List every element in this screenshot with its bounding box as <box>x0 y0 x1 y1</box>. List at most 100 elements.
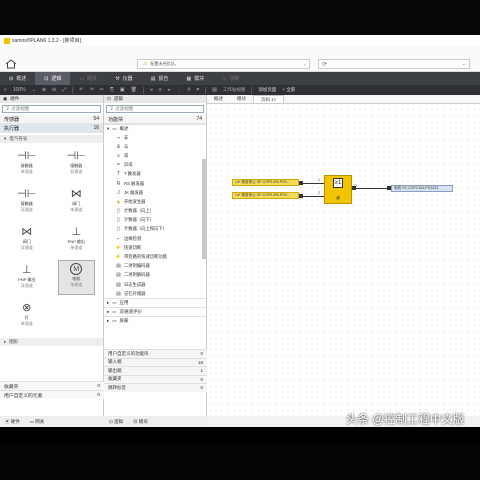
group-dual-channel[interactable]: ▸ ▭ 双通道评价 <box>104 307 206 316</box>
tab-module[interactable]: 模块 <box>230 95 253 103</box>
fb-xor[interactable]: = 异或 <box>104 161 206 170</box>
tab-hardware[interactable]: ▣ 硬件 <box>5 419 20 425</box>
cut-icon[interactable]: ✂ <box>100 87 104 93</box>
menu-instrument[interactable]: ⚒ 仪器 <box>106 72 142 85</box>
zoom-level[interactable]: 100% <box>13 87 26 93</box>
fb-rs-flipflop[interactable]: R RS 触发器 <box>104 179 206 188</box>
category-user-defined-elements[interactable]: 用户自定义的元素 0 <box>0 390 104 399</box>
jk-flipflop-icon: J <box>117 189 120 196</box>
output-motor[interactable]: 电机 SF-COP2-EN-PSS221 <box>391 185 453 192</box>
fb-t-flipflop[interactable]: TT 触发器 <box>104 170 206 179</box>
add-all-button[interactable]: + 全部 <box>282 87 295 93</box>
delete-icon[interactable]: 🗑 <box>131 87 137 93</box>
input-emergency-stop-1[interactable]: I.a* 紧急停止 SF-COP2-EN-PSS... <box>232 179 299 186</box>
symbol-valve-single[interactable]: ⋈ 阀门 单通道 <box>52 184 102 219</box>
fb-fast-shutoff[interactable]: ⚡ 快速切断 <box>104 243 206 252</box>
fb-counter-down[interactable]: ▯ 计数器（向下） <box>104 216 206 225</box>
symbol-valve-dual[interactable]: ⋈ 阀门 双通道 <box>2 222 52 257</box>
fb-start-generator[interactable]: ▲ 开始发生器 <box>104 197 206 206</box>
fb-or[interactable]: ≥ 或 <box>104 151 206 160</box>
main-menu: ⊞ 概述 ⊡ 逻辑 ▭ 网关 ⚒ 仪器 ▤ 报告 ▦ 模块 ∿ 诊断 <box>0 72 480 85</box>
fb-not[interactable]: ¬ 非 <box>104 133 206 142</box>
redo-icon[interactable]: ↷ <box>89 87 93 93</box>
diagnostics-icon: ∿ <box>222 75 227 82</box>
menu-diagnostics[interactable]: ∿ 诊断 <box>213 72 248 85</box>
workstation-view-icon[interactable]: ▤ <box>212 87 217 93</box>
grid-icon[interactable]: # <box>188 87 191 93</box>
menu-report[interactable]: ▤ 报告 <box>142 72 178 85</box>
paste-icon[interactable]: ▣ <box>120 87 125 93</box>
tab-logic[interactable]: ⊡ 逻辑 <box>109 419 123 425</box>
fb-binary-encoder[interactable]: ▤ 二进制编码器 <box>104 262 206 271</box>
align-right-icon[interactable]: ⫸ <box>168 87 171 93</box>
category-jump-labels[interactable]: 跳转标签 0 <box>104 383 207 392</box>
group-electrical-symbols[interactable]: ▾ 电气符号 <box>0 135 103 143</box>
align-left-icon[interactable]: ⫷ <box>150 87 153 93</box>
fb-memory[interactable]: ▤ 记忆存储器 <box>104 289 206 298</box>
hardware-filter-input[interactable]: ⊽ 过滤视图 <box>2 105 101 113</box>
fb-jk-flipflop[interactable]: J JK 触发器 <box>104 188 206 197</box>
group-application[interactable]: ▸ ▭ 应用 <box>104 298 206 307</box>
menu-gateway[interactable]: ▭ 网关 <box>70 72 106 85</box>
group-muting[interactable]: ▸ ▭ 屏蔽 <box>104 316 206 325</box>
tab-overview[interactable]: 概述 <box>207 95 230 103</box>
chevron-down-icon[interactable]: ⌄ <box>462 61 466 67</box>
category-favorites[interactable]: 收藏夹 0 <box>0 381 104 390</box>
or-function-block[interactable]: ≥1 或 <box>324 175 352 204</box>
logic-panel-scrollbar[interactable] <box>202 159 206 259</box>
symbol-lamp-single[interactable]: ⊗ 灯 单通道 <box>2 298 52 333</box>
fit-icon[interactable]: ⤢ <box>62 87 66 93</box>
zoom-icon[interactable]: ⌕ <box>4 87 7 93</box>
category-actuators[interactable]: 执行器 16 <box>0 124 103 133</box>
category-user-function-blocks[interactable]: 用户自定义的功能块 0 <box>104 349 207 358</box>
tab-page-1[interactable]: 页码 1 × <box>253 95 285 103</box>
input-emergency-stop-2[interactable]: I.a* 紧急停止 SF-COP2-EN-PSS... <box>232 192 299 199</box>
category-sensors[interactable]: 传感器 54 <box>0 115 103 124</box>
zoom-out-icon[interactable]: ⊖ <box>52 87 56 93</box>
category-inputs[interactable]: 输入端 18 <box>104 357 207 366</box>
logic-filter-input[interactable]: ⊽ 过滤视图 <box>106 105 204 113</box>
tab-gateway[interactable]: ▭ 网关 <box>30 419 45 425</box>
symbol-motor-single[interactable]: M 电机 单通道 <box>57 260 95 295</box>
fb-log-generator[interactable]: ▤ 日志生成器 <box>104 280 206 289</box>
zoom-in-icon[interactable]: ⊕ <box>42 87 46 93</box>
fb-counter-updown[interactable]: ▯ 计数器（向上和向下） <box>104 225 206 234</box>
add-page-button[interactable]: 添加页面 <box>258 87 276 93</box>
group-graphics[interactable]: ▸ 图形 <box>0 338 103 346</box>
close-icon[interactable]: × <box>304 62 306 67</box>
logic-editor-canvas[interactable]: 概述 模块 页码 1 × I.a* 紧急停止 SF-COP2-EN-PSS...… <box>207 95 480 416</box>
symbol-pnp-output-dual[interactable]: ⊥ PNP 输出 双通道 <box>2 260 52 295</box>
symbol-contactor-dual[interactable]: ⊣⊢ 接触器 双通道 <box>52 146 102 181</box>
category-favorites[interactable]: 收藏夹 0 <box>104 374 207 383</box>
symbol-pnp-output-single[interactable]: ⊥ PNP 输出 单通道 <box>52 222 102 257</box>
chevron-down-icon: ▾ <box>107 126 110 131</box>
menu-logic[interactable]: ⊡ 逻辑 <box>35 72 71 85</box>
chevron-right-icon: ▸ <box>107 309 110 315</box>
tab-module[interactable]: ▦ 模块 <box>133 419 148 425</box>
undo-icon[interactable]: ↶ <box>79 87 83 93</box>
category-outputs[interactable]: 输出端 1 <box>104 366 207 375</box>
fb-binary-decoder[interactable]: ▤ 二进制解码器 <box>104 271 206 280</box>
menu-module[interactable]: ▦ 模块 <box>177 72 213 85</box>
fb-and[interactable]: & 与 <box>104 142 206 151</box>
category-function-blocks[interactable]: 功能块 74 <box>104 115 206 124</box>
snap-icon[interactable]: ⌗ <box>196 87 199 93</box>
global-search-input[interactable]: ⟳ ⌄ <box>318 59 470 69</box>
group-overview[interactable]: ▾ ▭ 概述 <box>104 124 206 133</box>
chevron-down-icon[interactable]: ⌄ <box>32 87 36 93</box>
fb-edge-detect[interactable]: ⌐ 边缘检测 <box>104 234 206 243</box>
fb-counter-up[interactable]: ▯ 计数器（向上） <box>104 207 206 216</box>
fb-fast-shutoff-bypass[interactable]: ⚡ 带旁路的快速切断功能 <box>104 252 206 261</box>
symbol-contactor-single[interactable]: ⊣⊢ 接触器 单通道 <box>2 146 52 181</box>
workstation-view-label[interactable]: 工作站视图 <box>223 87 246 93</box>
distribute-icon[interactable]: ⋮ <box>177 87 182 93</box>
copy-icon[interactable]: ⎘ <box>110 87 114 93</box>
close-icon[interactable]: × <box>274 97 277 102</box>
refresh-icon[interactable]: ⟳ <box>322 61 327 68</box>
and-icon: & <box>116 143 121 150</box>
home-icon[interactable] <box>5 59 17 71</box>
application-window: samos®PLAN6 1.3.2 - [新项目] 首页 ⚠ 配置未经验证。 ×… <box>0 35 480 427</box>
align-center-icon[interactable]: ≡ <box>159 87 162 93</box>
symbol-contactor-dual-2[interactable]: ⊣⊢ 接触器 双通道 <box>2 184 52 219</box>
menu-overview[interactable]: ⊞ 概述 <box>0 72 35 85</box>
